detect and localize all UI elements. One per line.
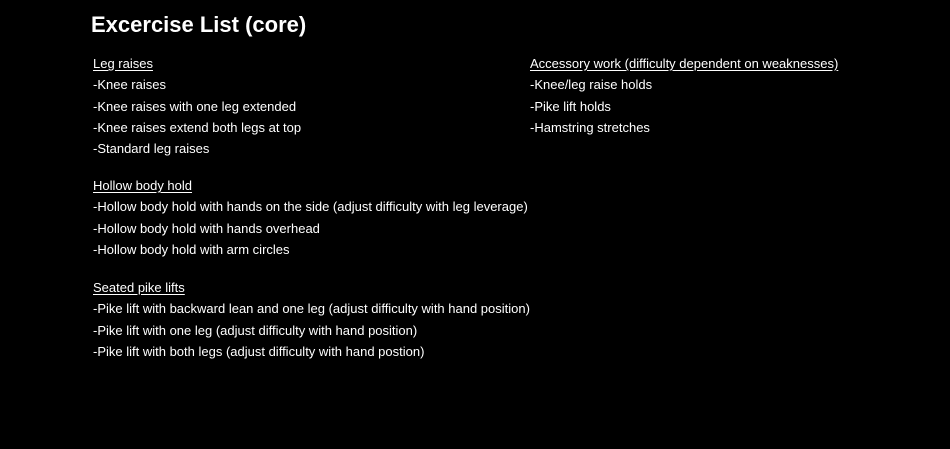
list-item: -Knee raises extend both legs at top — [93, 119, 302, 135]
list-item: -Hamstring stretches — [530, 119, 650, 135]
list-item: -Pike lift with one leg (adjust difficul… — [93, 322, 418, 338]
exercise-list: -Knee/leg raise holds -Pike lift holds -… — [530, 74, 838, 138]
exercise-list: -Knee raises -Knee raises with one leg e… — [93, 74, 301, 159]
list-item: -Pike lift with backward lean and one le… — [93, 301, 530, 317]
section-heading: Hollow body hold — [93, 178, 193, 193]
section-heading: Accessory work (difficulty dependent on … — [530, 56, 839, 71]
section-seated-pike-lifts: Seated pike lifts -Pike lift with backwa… — [93, 277, 530, 362]
list-item: -Knee/leg raise holds — [530, 77, 653, 93]
section-heading: Leg raises — [93, 56, 153, 71]
list-item: -Standard leg raises — [93, 141, 210, 157]
list-item: -Pike lift with both legs (adjust diffic… — [93, 343, 425, 359]
section-accessory-work: Accessory work (difficulty dependent on … — [530, 53, 838, 138]
list-item: -Knee raises with one leg extended — [93, 98, 297, 114]
list-item: -Pike lift holds — [530, 98, 611, 114]
exercise-list: -Pike lift with backward lean and one le… — [93, 298, 530, 362]
exercise-list: -Hollow body hold with hands on the side… — [93, 196, 528, 260]
section-leg-raises: Leg raises -Knee raises -Knee raises wit… — [93, 53, 301, 159]
page-title: Excercise List (core) — [91, 12, 307, 37]
section-heading: Seated pike lifts — [93, 280, 185, 295]
list-item: -Hollow body hold with arm circles — [93, 241, 290, 257]
section-hollow-body-hold: Hollow body hold -Hollow body hold with … — [93, 175, 528, 260]
list-item: -Knee raises — [93, 77, 166, 93]
list-item: -Hollow body hold with hands overhead — [93, 220, 320, 236]
list-item: -Hollow body hold with hands on the side… — [93, 199, 528, 215]
